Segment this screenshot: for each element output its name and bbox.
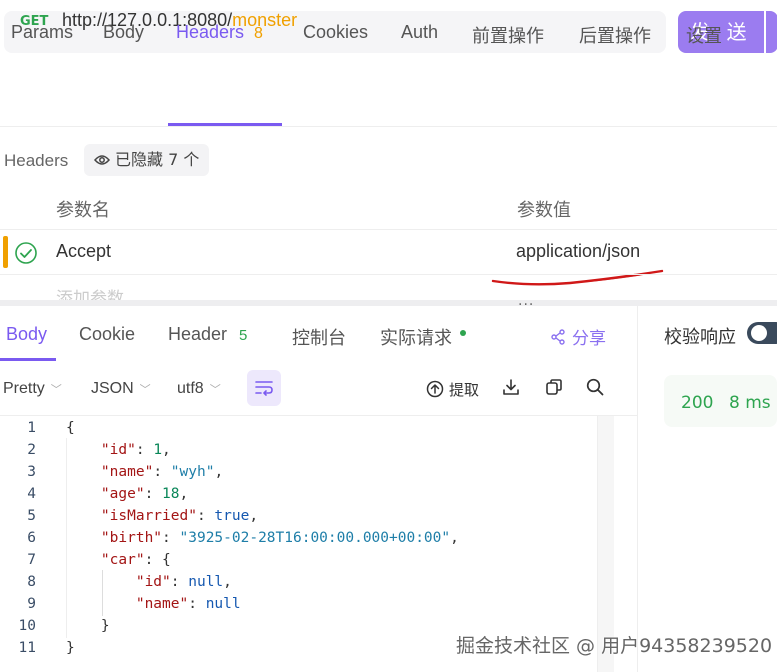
response-tab-header-label: Header [168,324,228,344]
line-number: 5 [27,508,36,524]
code-text: "id": 1, [100,442,171,458]
code-text: "isMarried": true, [100,508,259,524]
code-line: 8 "id": null, [0,571,597,593]
check-circle-icon[interactable] [14,241,38,269]
divider [0,229,777,230]
tab-cookies[interactable]: Cookies [303,22,368,43]
response-tab-body[interactable]: Body [6,324,47,345]
search-icon[interactable] [586,378,604,400]
watermark: 掘金技术社区 @ 用户94358239520 [456,635,773,657]
line-number: 4 [27,486,36,502]
code-text: "car": { [100,552,171,568]
line-number: 2 [27,442,36,458]
tab-pre-operations[interactable]: 前置操作 [472,22,544,48]
wrap-icon [255,380,273,400]
response-tab-cookie[interactable]: Cookie [79,324,135,345]
view-mode-value: Pretty [3,380,45,397]
word-wrap-button[interactable] [247,370,281,406]
tab-params[interactable]: Params [11,22,73,43]
request-tabs [0,68,777,127]
tab-body[interactable]: Body [103,22,144,43]
extract-icon [426,380,444,402]
code-line: 3 "name": "wyh", [0,461,597,483]
eye-icon [94,145,110,177]
code-line: 6 "birth": "3925-02-28T16:00:00.000+00:0… [0,527,597,549]
headers-count-badge: 8 [254,25,263,42]
code-line: 9 "name": null [0,593,597,615]
headers-section-title: Headers [4,151,69,170]
row-drag-handle[interactable] [3,236,8,268]
line-number: 1 [27,420,36,436]
status-code: 200 [681,393,714,413]
code-line: 4 "age": 18, [0,483,597,505]
response-time: 8 ms [729,393,771,413]
copy-icon[interactable] [545,378,563,400]
tab-headers[interactable]: Headers 8 [176,22,263,43]
active-tab-indicator [168,123,282,126]
red-underline-annotation [490,262,670,292]
response-headers-count-badge: 5 [239,327,248,344]
tab-post-operations[interactable]: 后置操作 [579,22,651,48]
code-text: } [66,618,110,634]
line-number: 7 [27,552,36,568]
response-tab-header[interactable]: Header 5 [168,324,247,345]
chevron-down-icon: ﹀ [209,384,221,396]
code-text: "birth": "3925-02-28T16:00:00.000+00:00"… [100,530,459,546]
code-text: "id": null, [135,574,232,590]
line-number: 3 [27,464,36,480]
line-number: 8 [27,574,36,590]
chevron-down-icon: ﹀ [50,384,62,396]
status-dot-icon [460,330,466,337]
code-line: 1{ [0,417,597,439]
line-number: 9 [27,596,36,612]
header-name-field[interactable]: Accept [56,241,111,262]
header-value-field[interactable]: application/json [516,241,640,262]
tab-settings[interactable]: 设置 [686,22,722,48]
validate-response-label: 校验响应 [664,327,736,348]
line-number: 11 [18,640,36,656]
line-number: 6 [27,530,36,546]
code-text: { [66,420,75,436]
response-tab-console[interactable]: 控制台 [292,324,346,350]
code-text: "age": 18, [100,486,189,502]
resize-grip[interactable]: ... [518,293,534,309]
divider [0,415,637,416]
panel-resize-handle[interactable] [0,300,777,306]
format-type-select[interactable]: JSON ﹀ [91,380,151,398]
divider [0,274,777,275]
download-icon[interactable] [502,378,520,400]
line-number: 10 [18,618,36,634]
tab-headers-label: Headers [176,22,245,42]
code-line: 7 "car": { [0,549,597,571]
extract-button[interactable]: 提取 [426,379,479,402]
hidden-headers-toggle[interactable]: 已隐藏 7 个 [84,144,210,177]
share-label: 分享 [572,329,606,349]
chevron-down-icon: ﹀ [139,384,151,396]
share-button[interactable]: 分享 [550,324,606,350]
share-icon [550,328,566,350]
panel-divider [637,306,638,672]
toggle-knob [751,325,767,341]
code-text: } [66,640,75,656]
code-line: 5 "isMarried": true, [0,505,597,527]
response-tab-actual-request[interactable]: 实际请求 [380,324,466,350]
view-mode-select[interactable]: Pretty ﹀ [3,380,62,398]
response-active-tab-indicator [0,358,56,361]
hidden-headers-label: 已隐藏 7 个 [115,150,200,169]
send-options-button[interactable] [765,11,777,53]
encoding-select[interactable]: utf8 ﹀ [177,380,221,398]
response-tab-actual-request-label: 实际请求 [380,328,452,348]
tab-auth[interactable]: Auth [401,22,438,43]
code-text: "name": "wyh", [100,464,224,480]
code-text: "name": null [135,596,241,612]
format-type-value: JSON [91,380,134,397]
code-line: 2 "id": 1, [0,439,597,461]
column-header-value: 参数值 [517,200,571,221]
column-header-name: 参数名 [56,200,110,221]
extract-label: 提取 [449,381,480,399]
encoding-value: utf8 [177,380,204,397]
add-param-input[interactable]: 添加参数 [56,284,124,300]
